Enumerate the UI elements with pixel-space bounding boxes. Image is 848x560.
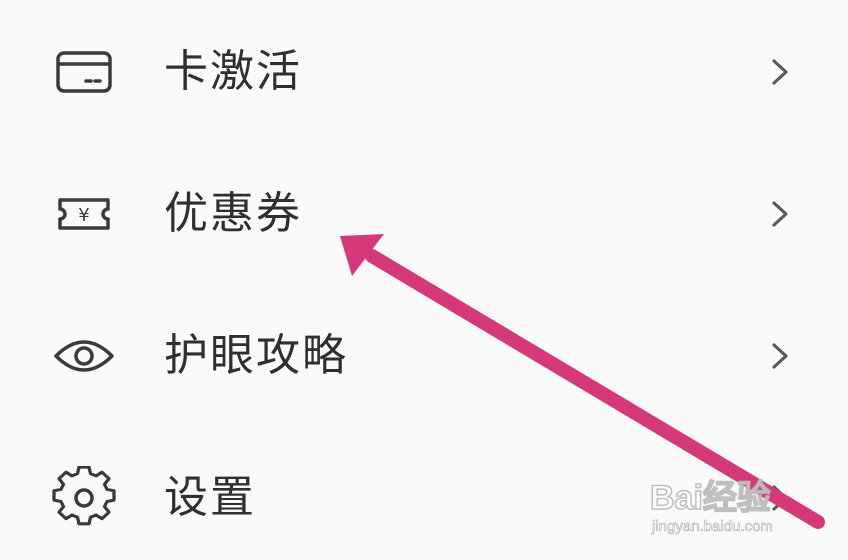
watermark: Bai经验 jingyan.baidu.com [644, 470, 834, 550]
menu-item-label: 卡激活 [164, 46, 302, 97]
watermark-logo: Bai经验 [649, 478, 771, 518]
menu-item-label: 设置 [164, 472, 256, 523]
eye-icon [52, 324, 116, 388]
coupon-icon: ¥ [52, 182, 116, 246]
card-icon [52, 40, 116, 104]
menu-screen: 卡激活 ¥ 优惠券 护眼攻略 设置 Bai经验 jingyan.baidu.co… [0, 0, 848, 560]
gear-icon [52, 466, 116, 530]
menu-item-label: 优惠券 [164, 188, 302, 239]
menu-item-coupons[interactable]: ¥ 优惠券 [0, 154, 848, 274]
watermark-url: jingyan.baidu.com [652, 518, 774, 536]
chevron-right-icon [766, 58, 794, 86]
svg-text:¥: ¥ [78, 205, 89, 226]
chevron-right-icon [766, 342, 794, 370]
menu-item-label: 护眼攻略 [164, 330, 348, 381]
menu-item-card-activation[interactable]: 卡激活 [0, 12, 848, 132]
menu-item-eye-care[interactable]: 护眼攻略 [0, 296, 848, 416]
chevron-right-icon [766, 200, 794, 228]
